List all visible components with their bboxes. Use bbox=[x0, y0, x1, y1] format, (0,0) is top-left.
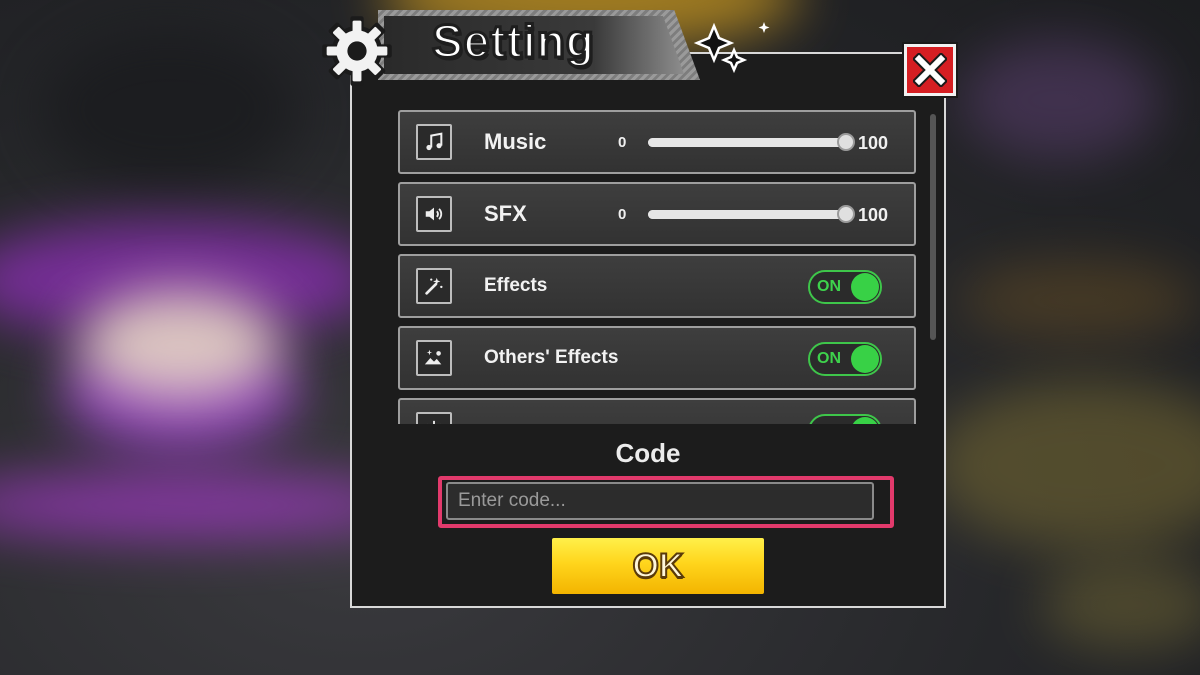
settings-panel: Music 0 100 SFX 0 100 Effects ON Others'… bbox=[350, 52, 946, 608]
ok-button[interactable]: OK bbox=[552, 538, 764, 594]
slider-min-label: 0 bbox=[618, 206, 627, 223]
slider-handle[interactable] bbox=[837, 205, 855, 223]
toggle-state-text: ON bbox=[817, 278, 841, 295]
partial-toggle[interactable]: ON bbox=[808, 414, 882, 424]
others-effects-toggle[interactable]: ON bbox=[808, 342, 882, 376]
setting-label: Others' Effects bbox=[484, 347, 619, 368]
effects-toggle[interactable]: ON bbox=[808, 270, 882, 304]
toggle-state-text: ON bbox=[817, 350, 841, 367]
light-icon bbox=[416, 412, 452, 424]
slider-max-label: 100 bbox=[858, 205, 889, 225]
sfx-volume-slider[interactable] bbox=[648, 205, 855, 223]
slider-max-label: 100 bbox=[858, 133, 889, 153]
toggle-state-text: ON bbox=[817, 416, 841, 424]
close-x-icon bbox=[913, 53, 947, 87]
settings-scrollbar[interactable] bbox=[930, 114, 936, 340]
setting-label: Effects bbox=[484, 275, 548, 296]
toggle-knob bbox=[851, 345, 879, 373]
slider-fill bbox=[648, 138, 846, 147]
setting-label: Music bbox=[484, 129, 547, 154]
speaker-icon bbox=[416, 196, 452, 232]
slider-fill bbox=[648, 210, 846, 219]
setting-row-effects: Effects ON bbox=[398, 254, 916, 318]
setting-label: SFX bbox=[484, 201, 527, 226]
sparkle-icon bbox=[693, 22, 770, 74]
slider-min-label: 0 bbox=[618, 134, 627, 151]
setting-row-partial: ON bbox=[398, 398, 916, 424]
gear-icon bbox=[322, 16, 392, 86]
setting-row-sfx: SFX 0 100 bbox=[398, 182, 916, 246]
settings-list[interactable]: Music 0 100 SFX 0 100 Effects ON Others'… bbox=[398, 106, 918, 424]
magic-wand-icon bbox=[416, 268, 452, 304]
toggle-knob bbox=[851, 417, 879, 424]
slider-handle[interactable] bbox=[837, 133, 855, 151]
close-button[interactable] bbox=[902, 42, 958, 98]
music-note-icon bbox=[416, 124, 452, 160]
setting-row-others-effects: Others' Effects ON bbox=[398, 326, 916, 390]
code-title: Code bbox=[615, 438, 681, 468]
toggle-knob bbox=[851, 273, 879, 301]
code-input[interactable] bbox=[446, 482, 874, 520]
panel-title: Setting bbox=[431, 14, 596, 69]
setting-row-music: Music 0 100 bbox=[398, 110, 916, 174]
music-volume-slider[interactable] bbox=[648, 133, 855, 151]
image-sparkle-icon bbox=[416, 340, 452, 376]
